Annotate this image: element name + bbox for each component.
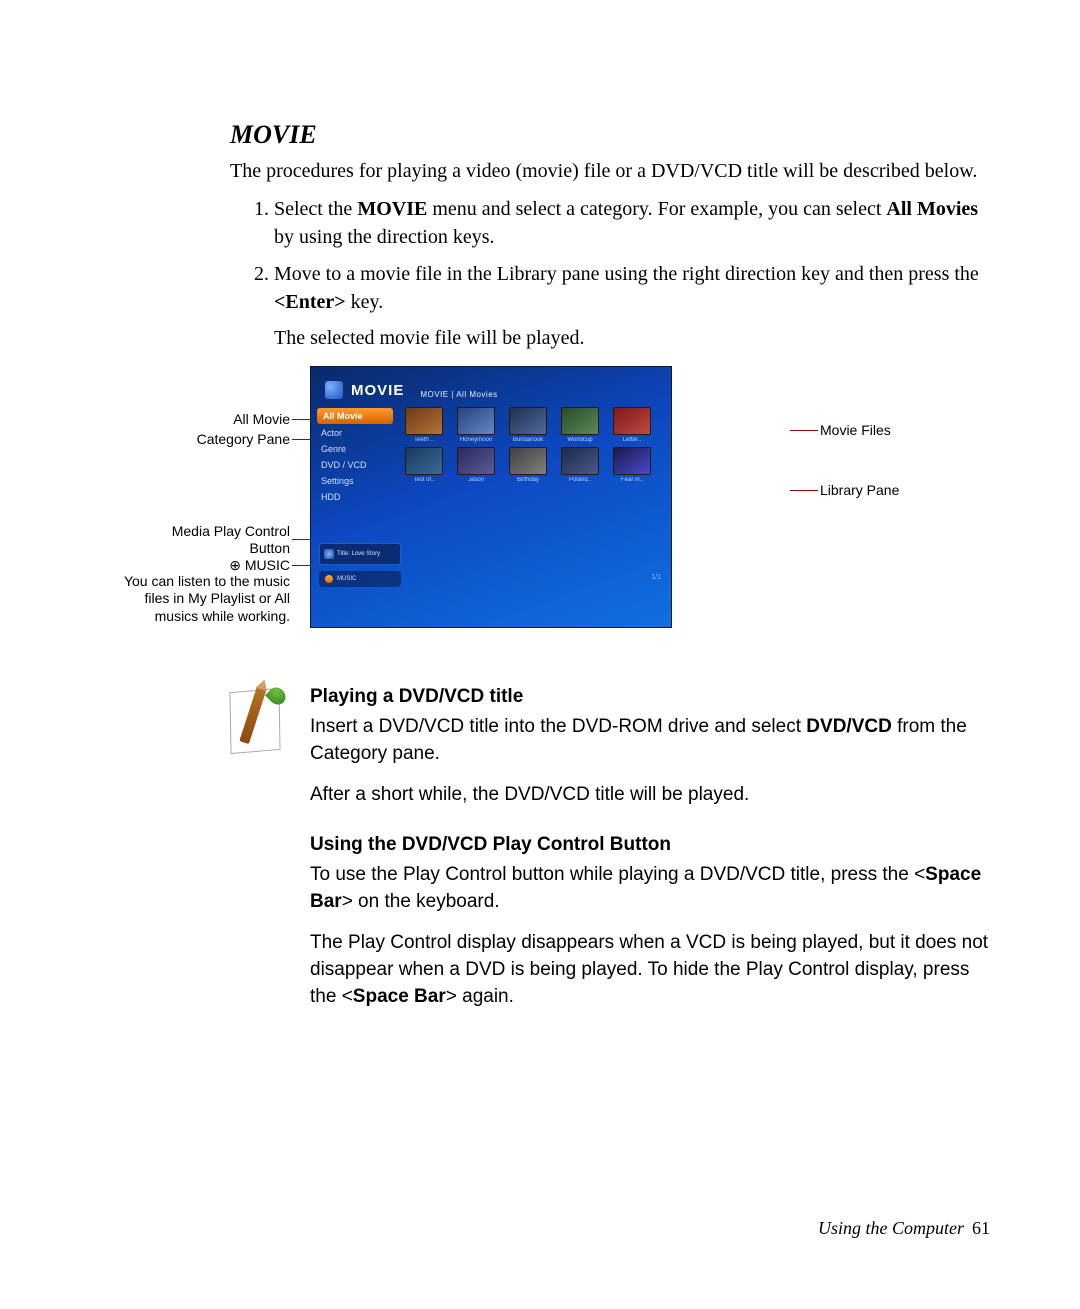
thumb-caption: Worldcup [560, 437, 600, 443]
label-library-pane: Library Pane [820, 482, 899, 500]
dvd-paragraph-1: Insert a DVD/VCD title into the DVD-ROM … [310, 714, 990, 768]
sidebar-item-settings[interactable]: Settings [311, 473, 397, 489]
thumb-caption: Bundanouk [508, 437, 548, 443]
step1-text: Select the [274, 198, 357, 220]
music-panel[interactable]: MUSIC [319, 571, 401, 587]
app-screenshot: MOVIE MOVIE | All Movies All Movie Actor… [310, 366, 672, 628]
movie-thumb[interactable]: Birthday [507, 447, 549, 483]
step1-bold2: All Movies [886, 198, 978, 220]
step1-bold1: MOVIE [357, 198, 427, 220]
text-bold: DVD/VCD [806, 716, 892, 737]
text: To use the Play Control button while pla… [310, 864, 925, 885]
thumb-caption: Teeth .. [404, 437, 444, 443]
section-heading: MOVIE [230, 120, 990, 150]
step2-post: key. [346, 291, 384, 313]
intro-text: The procedures for playing a video (movi… [230, 158, 990, 185]
page-footer: Using the Computer 61 [818, 1218, 990, 1239]
callout-line [790, 430, 818, 431]
text: Insert a DVD/VCD title into the DVD-ROM … [310, 716, 806, 737]
label-movie-files: Movie Files [820, 422, 891, 440]
manual-page: MOVIE The procedures for playing a video… [0, 0, 1080, 1309]
movie-icon [325, 381, 343, 399]
label-category-pane: Category Pane [197, 431, 290, 449]
thumb-caption: Jason [456, 477, 496, 483]
movie-thumb[interactable]: Teeth .. [403, 407, 445, 443]
movie-thumb[interactable]: Bundanouk [507, 407, 549, 443]
step-2: Move to a movie file in the Library pane… [274, 260, 990, 317]
movie-grid: Teeth .. Honeymoon Bundanouk Worldcup Le… [403, 407, 653, 483]
step2-extra: The selected movie file will be played. [274, 325, 990, 352]
footer-page-number: 61 [972, 1218, 990, 1238]
sidebar-item-hdd[interactable]: HDD [311, 489, 397, 505]
music-label: MUSIC [337, 576, 356, 582]
callout-line [292, 539, 310, 540]
steps-list: Select the MOVIE menu and select a categ… [230, 195, 990, 317]
movie-thumb[interactable]: Worldcup [559, 407, 601, 443]
thumb-caption: Poland.. [560, 477, 600, 483]
movie-thumb[interactable]: Letter.. [611, 407, 653, 443]
movie-thumb[interactable]: Poland.. [559, 447, 601, 483]
subheading-dvd-title: Playing a DVD/VCD title [310, 686, 990, 708]
thumb-caption: Letter.. [612, 437, 652, 443]
text: > on the keyboard. [342, 891, 500, 912]
library-pane[interactable]: Teeth .. Honeymoon Bundanouk Worldcup Le… [397, 403, 671, 628]
app-body: All Movie Actor Genre DVD / VCD Settings… [311, 403, 671, 628]
step2-text: Move to a movie file in the Library pane… [274, 263, 979, 285]
sidebar-item-actor[interactable]: Actor [311, 425, 397, 441]
label-media-control: Media Play Control Button [130, 523, 290, 558]
app-header: MOVIE MOVIE | All Movies [311, 367, 671, 403]
sidebar-item-dvd-vcd[interactable]: DVD / VCD [311, 457, 397, 473]
category-pane[interactable]: All Movie Actor Genre DVD / VCD Settings… [311, 403, 397, 628]
app-breadcrumb: MOVIE | All Movies [420, 390, 497, 399]
callout-line [292, 565, 310, 566]
subheading-play-control: Using the DVD/VCD Play Control Button [310, 834, 990, 856]
text: > again. [446, 986, 514, 1007]
play-control-paragraph-1: To use the Play Control button while pla… [310, 862, 990, 916]
label-all-movie: All Movie [233, 411, 290, 429]
play-control-paragraph-2: The Play Control display disappears when… [310, 930, 990, 1011]
thumb-caption: Fear in.. [612, 477, 652, 483]
label-music-desc: You can listen to the music files in My … [110, 573, 290, 626]
info-block: Playing a DVD/VCD title Insert a DVD/VCD… [230, 686, 990, 1026]
label-music-title: ⊕ MUSIC [229, 557, 290, 575]
info-body: Playing a DVD/VCD title Insert a DVD/VCD… [310, 686, 990, 1026]
step1-mid: menu and select a category. For example,… [427, 198, 886, 220]
callout-line [292, 419, 310, 420]
sidebar-item-all-movie[interactable]: All Movie [317, 408, 393, 424]
footer-text: Using the Computer [818, 1218, 964, 1238]
movie-thumb[interactable]: Honeymoon [455, 407, 497, 443]
movie-thumb[interactable]: Test of.. [403, 447, 445, 483]
callout-line [790, 490, 818, 491]
thumb-caption: Birthday [508, 477, 548, 483]
figure: All Movie Category Pane Media Play Contr… [150, 366, 810, 646]
step1-post: by using the direction keys. [274, 226, 495, 248]
text-bold: Space Bar [353, 986, 446, 1007]
media-play-control[interactable]: Title: Love Story [319, 543, 401, 565]
thumb-caption: Honeymoon [456, 437, 496, 443]
note-icon [230, 690, 280, 752]
movie-thumb[interactable]: Jason [455, 447, 497, 483]
dvd-paragraph-2: After a short while, the DVD/VCD title w… [310, 782, 990, 809]
page-indicator: 1/1 [651, 574, 661, 581]
sidebar-item-genre[interactable]: Genre [311, 441, 397, 457]
music-icon [325, 575, 333, 583]
step2-bold1: <Enter> [274, 291, 346, 313]
movie-thumb[interactable]: Fear in.. [611, 447, 653, 483]
thumb-caption: Test of.. [404, 477, 444, 483]
app-title: MOVIE [351, 382, 404, 399]
step-1: Select the MOVIE menu and select a categ… [274, 195, 990, 252]
callout-line [292, 439, 310, 440]
